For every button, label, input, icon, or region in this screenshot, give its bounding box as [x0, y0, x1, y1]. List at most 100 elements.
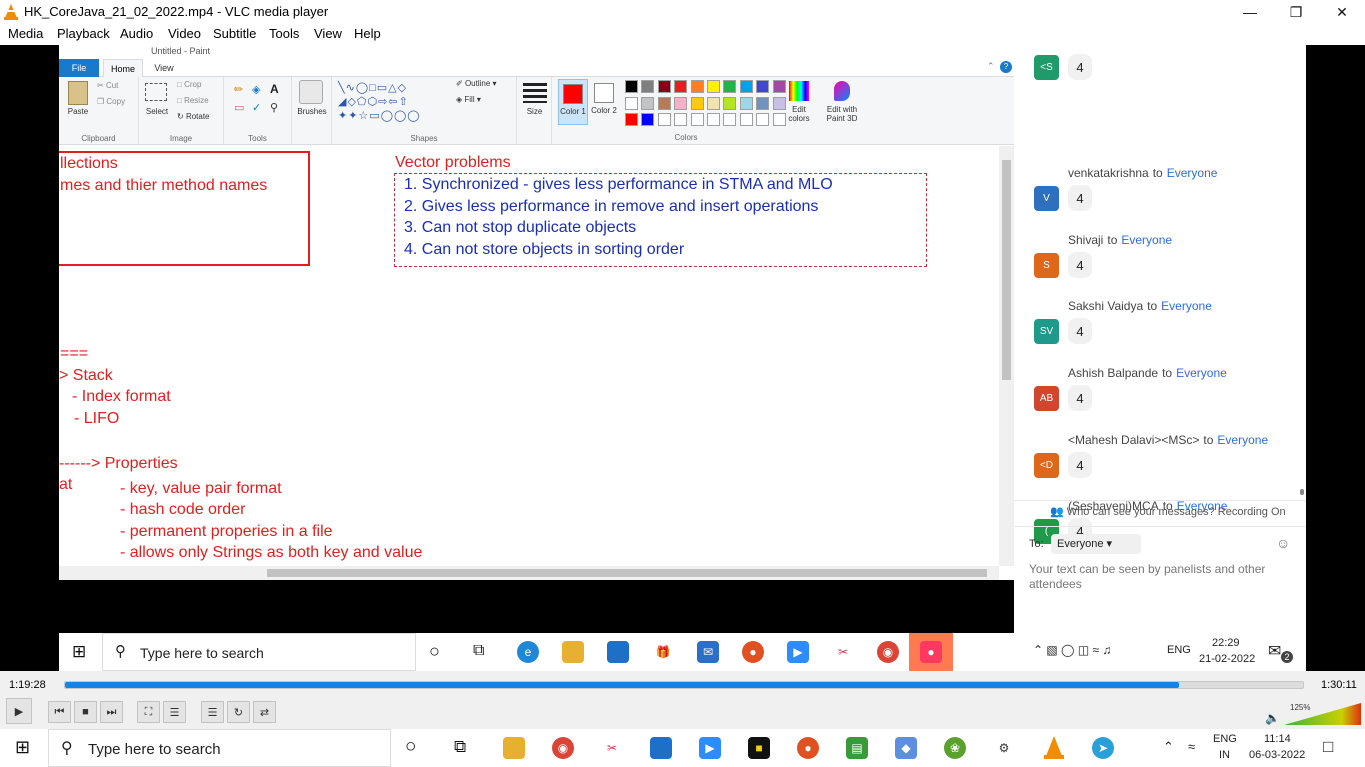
copy-button[interactable]: ❐ Copy — [97, 97, 125, 106]
cut-button[interactable]: ✂ Cut — [97, 81, 118, 90]
inner-lang[interactable]: ENG — [1167, 644, 1191, 656]
leaf-app-icon[interactable]: ❀ — [944, 737, 966, 759]
chat-recipient[interactable]: Everyone — [1217, 433, 1268, 447]
diamond-app-icon[interactable]: ◆ — [895, 737, 917, 759]
color2-button[interactable]: Color 2 — [590, 79, 620, 125]
inner-start-icon[interactable]: ⊞ — [72, 642, 86, 662]
chat-input[interactable]: Your text can be seen by panelists and o… — [1029, 562, 1289, 592]
telegram-icon[interactable]: ➤ — [1092, 737, 1114, 759]
recipient-dropdown[interactable]: Everyone ▾ — [1051, 534, 1141, 554]
menu-playback[interactable]: Playback — [57, 26, 110, 41]
ribbon-collapse-icon[interactable]: ⌃ — [987, 61, 995, 72]
chat-recipient[interactable]: Everyone — [1121, 233, 1172, 247]
palette-swatch[interactable] — [739, 113, 753, 126]
shuffle-button[interactable]: ⇄ — [253, 701, 276, 723]
chrome-icon[interactable]: ◉ — [552, 737, 574, 759]
inner-active-app[interactable]: ● — [909, 633, 953, 671]
inner-edge-icon[interactable]: e — [517, 641, 539, 663]
vlc-taskbar-icon[interactable] — [1043, 736, 1065, 760]
volume-icon[interactable]: 🔈 — [1265, 711, 1280, 725]
record-icon[interactable]: ● — [797, 737, 819, 759]
total-time[interactable]: 1:30:11 — [1321, 679, 1357, 691]
rotate-button[interactable]: ↻ Rotate — [177, 112, 210, 121]
menu-video[interactable]: Video — [168, 26, 201, 41]
eraser-icon[interactable]: ▭ — [234, 101, 244, 114]
inner-snip-icon[interactable]: ✂ — [832, 641, 854, 663]
paste-button[interactable]: Paste — [65, 107, 91, 116]
palette-swatch[interactable] — [690, 96, 704, 110]
palette-swatch[interactable] — [707, 113, 720, 126]
taskview-icon[interactable]: ⧉ — [454, 737, 466, 757]
gear-app-icon[interactable]: ⚙ — [993, 737, 1015, 759]
store-icon[interactable] — [650, 737, 672, 759]
explorer-icon[interactable] — [503, 737, 525, 759]
fill-bucket-icon[interactable]: ◈ — [252, 83, 260, 96]
next-button[interactable]: ⏭ — [100, 701, 123, 723]
notification-icon[interactable]: □ — [1323, 737, 1333, 757]
select-button[interactable]: Select — [143, 107, 171, 116]
lang-code[interactable]: ENG — [1213, 733, 1237, 745]
inner-search-box[interactable]: ⚲ Type here to search — [102, 633, 416, 671]
chat-scroll-thumb[interactable] — [1300, 489, 1304, 495]
video-area[interactable]: Untitled - Paint File Home View ⌃ ? Past… — [0, 45, 1365, 671]
palette-swatch[interactable] — [707, 96, 720, 110]
chat-recipient[interactable]: Everyone — [1176, 366, 1227, 380]
inner-zoom-icon[interactable]: ▶ — [787, 641, 809, 663]
color-picker-icon[interactable]: ✓ — [252, 101, 261, 114]
extended-settings-button[interactable]: ☰ — [163, 701, 186, 723]
inner-taskview-icon[interactable]: ⧉ — [473, 642, 484, 660]
playlist-button[interactable]: ☰ — [201, 701, 224, 723]
inner-chrome-icon[interactable]: ◉ — [877, 641, 899, 663]
palette-swatch[interactable] — [657, 113, 671, 126]
paint-canvas[interactable]: llections mes and thier method names Vec… — [59, 146, 999, 566]
tab-view[interactable]: View — [149, 59, 179, 77]
wifi-icon[interactable]: ≈ — [1188, 739, 1195, 754]
palette-swatch[interactable] — [641, 96, 655, 110]
palette-swatch[interactable] — [707, 80, 720, 93]
palette-swatch[interactable] — [690, 113, 704, 126]
palette-swatch[interactable] — [756, 80, 770, 93]
inner-mail-icon[interactable]: ✉ — [697, 641, 719, 663]
inner-store-icon[interactable] — [607, 641, 629, 663]
sticky-notes-icon[interactable]: ■ — [748, 737, 770, 759]
cortana-icon[interactable]: ○ — [405, 736, 416, 758]
chat-recipient[interactable]: Everyone — [1167, 166, 1218, 180]
minimize-button[interactable]: — — [1227, 0, 1273, 24]
previous-button[interactable]: ⏮ — [48, 701, 71, 723]
clock-date[interactable]: 06-03-2022 — [1249, 749, 1305, 761]
privacy-notice[interactable]: 👥 Who can see your messages? Recording O… — [1050, 505, 1286, 518]
edit-paint3d-button[interactable]: Edit with Paint 3D — [823, 79, 861, 125]
snip-icon[interactable]: ✂ — [601, 737, 623, 759]
palette-swatch[interactable] — [641, 80, 655, 93]
palette-swatch[interactable] — [772, 80, 786, 93]
menu-help[interactable]: Help — [354, 26, 381, 41]
seek-bar[interactable] — [64, 681, 1304, 689]
shapes-gallery[interactable]: ╲∿◯□▭△◇ ◢◇⬠⬡⇨⇦⇧ ✦✦☆▭◯◯◯ — [338, 81, 448, 125]
clock-time[interactable]: 11:14 — [1264, 733, 1291, 745]
menu-media[interactable]: Media — [8, 26, 43, 41]
elapsed-time[interactable]: 1:19:28 — [9, 679, 46, 691]
inner-tray-icons[interactable]: ⌃ ▧ ◯ ◫ ≈ ♫ — [1033, 643, 1111, 657]
inner-clock-date[interactable]: 21-02-2022 — [1199, 653, 1255, 665]
palette-swatch[interactable] — [739, 96, 753, 110]
inner-gift-icon[interactable]: 🎁 — [652, 641, 674, 663]
palette-swatch[interactable] — [625, 80, 638, 93]
restore-button[interactable]: ❐ — [1273, 0, 1319, 24]
palette-swatch[interactable] — [625, 113, 638, 126]
palette-swatch[interactable] — [739, 80, 753, 93]
fill-button[interactable]: ◈ Fill ▾ — [456, 95, 481, 104]
tray-expand-icon[interactable]: ⌃ — [1163, 739, 1174, 755]
color1-button[interactable]: Color 1 — [558, 79, 588, 125]
horizontal-scroll-thumb[interactable] — [267, 569, 987, 577]
tab-home[interactable]: Home — [103, 59, 143, 78]
inner-clock-time[interactable]: 22:29 — [1212, 637, 1240, 649]
region-code[interactable]: IN — [1219, 749, 1230, 761]
zoom-icon[interactable]: ▶ — [699, 737, 721, 759]
inner-record-icon[interactable]: ● — [742, 641, 764, 663]
magnifier-icon[interactable]: ⚲ — [270, 101, 278, 114]
palette-swatch[interactable] — [657, 80, 671, 93]
brushes-button[interactable]: Brushes — [292, 107, 332, 116]
menu-tools[interactable]: Tools — [269, 26, 299, 41]
palette-swatch[interactable] — [674, 113, 688, 126]
menu-audio[interactable]: Audio — [120, 26, 153, 41]
